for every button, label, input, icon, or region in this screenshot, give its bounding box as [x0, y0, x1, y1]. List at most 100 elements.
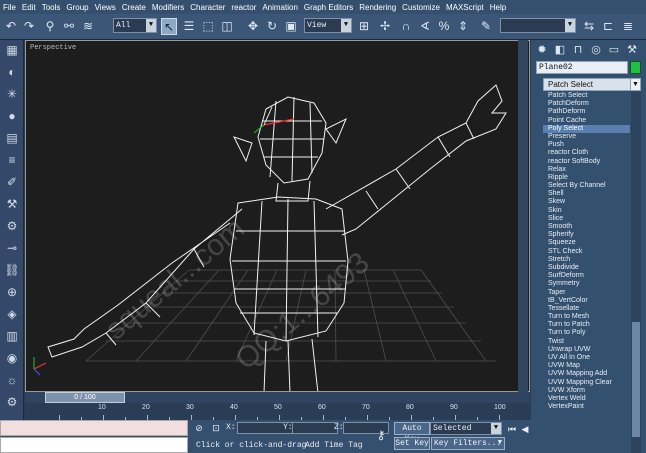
select-by-name-icon[interactable]: ☰: [181, 18, 197, 35]
scale-icon[interactable]: ▣: [283, 18, 299, 35]
snap-toggle-icon[interactable]: ∩: [398, 18, 414, 35]
modifier-list-item[interactable]: Subdivide: [543, 264, 630, 272]
menu-item-tools[interactable]: Tools: [42, 3, 61, 12]
window-crossing-icon[interactable]: ◫: [219, 18, 235, 35]
modifier-list-item[interactable]: PathDeform: [543, 108, 630, 116]
key-filters-button[interactable]: Key Filters... ▼: [431, 437, 505, 450]
modifier-list-item[interactable]: UVW Map: [543, 362, 630, 370]
modifier-list-item[interactable]: SurfDeform: [543, 272, 630, 280]
motion-tab-icon[interactable]: ◎: [588, 43, 604, 57]
lock-selection-icon[interactable]: ⊘: [193, 422, 205, 434]
rectangular-selection-icon[interactable]: ⬚: [200, 18, 216, 35]
array-icon[interactable]: ▤: [4, 130, 20, 146]
track-bar[interactable]: 10 20 30 40 50 60 70 80 90 100: [25, 403, 530, 420]
set-key-button[interactable]: Set Key: [394, 437, 430, 450]
menu-item-edit[interactable]: Edit: [22, 3, 36, 12]
render-icon[interactable]: ☼: [4, 372, 20, 388]
modifier-list-item[interactable]: Slice: [543, 215, 630, 223]
modifier-list-item[interactable]: Push: [543, 141, 630, 149]
paint-icon[interactable]: ◐: [4, 64, 20, 80]
layer-manager-icon[interactable]: ≣: [620, 18, 636, 35]
hierarchy-tab-icon[interactable]: ⊓: [570, 43, 586, 57]
modifier-list-item[interactable]: Stretch: [543, 256, 630, 264]
modifier-list-item[interactable]: Twist: [543, 338, 630, 346]
go-to-start-icon[interactable]: ⏮: [506, 423, 518, 435]
mesh-tool-icon[interactable]: ▦: [4, 42, 20, 58]
modifier-list-item[interactable]: UVW Mapping Clear: [543, 379, 630, 387]
reference-coord-dropdown[interactable]: View ▼: [304, 18, 352, 33]
time-slider-thumb[interactable]: 0 / 100: [45, 392, 125, 403]
modifier-list-item[interactable]: Ripple: [543, 174, 630, 182]
auto-key-button[interactable]: Auto Key: [394, 422, 430, 444]
camera-icon[interactable]: ◉: [4, 350, 20, 366]
gear-icon[interactable]: ⚙: [4, 218, 20, 234]
menu-item-modifiers[interactable]: Modifiers: [152, 3, 184, 12]
modifier-list-item[interactable]: Unwrap UVW: [543, 346, 630, 354]
menu-item-customize[interactable]: Customize: [402, 3, 440, 12]
time-slider[interactable]: 0 / 100: [25, 392, 530, 403]
named-selection-sets-dropdown[interactable]: ▼: [500, 18, 576, 33]
move-icon[interactable]: ✥: [245, 18, 261, 35]
angle-snap-icon[interactable]: ∢: [417, 18, 433, 35]
modify-tab-icon[interactable]: ◧: [552, 43, 568, 57]
spinner-snap-icon[interactable]: ⇕: [455, 18, 471, 35]
percent-snap-icon[interactable]: %: [436, 18, 452, 35]
mirror-icon[interactable]: ⇆: [581, 18, 597, 35]
modifier-list-item[interactable]: Turn to Patch: [543, 321, 630, 329]
manipulate-icon[interactable]: ✢: [377, 18, 393, 35]
modifier-list-item[interactable]: reactor SoftBody: [543, 158, 630, 166]
utilities-tab-icon[interactable]: ⚒: [624, 43, 640, 57]
menu-item-create[interactable]: Create: [122, 3, 146, 12]
modifier-list-item[interactable]: Spherify: [543, 231, 630, 239]
modifier-list-item[interactable]: UV All In One: [543, 354, 630, 362]
bind-spacewarp-icon[interactable]: ≋: [80, 18, 96, 35]
viewport-scrollbar[interactable]: [518, 40, 528, 392]
object-color-swatch[interactable]: [630, 61, 641, 74]
modifier-list-item[interactable]: Relax: [543, 166, 630, 174]
settings-icon[interactable]: ⚙: [4, 394, 20, 410]
y-coordinate-field[interactable]: [292, 422, 338, 434]
maxscript-output-field[interactable]: [0, 437, 188, 453]
modifier-list-item[interactable]: Turn to Mesh: [543, 313, 630, 321]
modifier-list-item[interactable]: PatchDeform: [543, 100, 630, 108]
modifier-list-dropdown[interactable]: Patch Select ▼: [543, 78, 641, 91]
layers-icon[interactable]: ≡: [4, 152, 20, 168]
link-icon[interactable]: ⚲: [42, 18, 58, 35]
select-object-icon[interactable]: ↖: [161, 18, 177, 35]
selection-filter-dropdown[interactable]: All ▼: [113, 18, 157, 33]
modifier-list-item[interactable]: reactor Cloth: [543, 149, 630, 157]
menu-item-rendering[interactable]: Rendering: [359, 3, 396, 12]
modifier-list-scrollbar[interactable]: [631, 92, 641, 453]
menu-item-help[interactable]: Help: [490, 3, 506, 12]
menu-item-character[interactable]: Character: [190, 3, 225, 12]
menu-item-maxscript[interactable]: MAXScript: [446, 3, 484, 12]
shapes-icon[interactable]: ◈: [4, 306, 20, 322]
brush-icon[interactable]: ✐: [4, 174, 20, 190]
wrench-icon[interactable]: ⚒: [4, 196, 20, 212]
modifier-list-item[interactable]: Skew: [543, 198, 630, 206]
display-tab-icon[interactable]: ▭: [606, 43, 622, 57]
modifier-list-item[interactable]: Vertex Weld: [543, 395, 630, 403]
modifier-list-item[interactable]: Shell: [543, 190, 630, 198]
object-name-field[interactable]: Plane02: [536, 61, 628, 74]
modifier-list-item[interactable]: Tessellate: [543, 305, 630, 313]
modifier-list-item[interactable]: Point Cache: [543, 117, 630, 125]
modifier-list-item[interactable]: STL Check: [543, 248, 630, 256]
modifier-list-item[interactable]: UVW Xform: [543, 387, 630, 395]
modifier-list-item[interactable]: UVW Mapping Add: [543, 370, 630, 378]
chain-icon[interactable]: ⛓: [4, 262, 20, 278]
maxscript-listener-field[interactable]: [0, 420, 188, 436]
bone-icon[interactable]: ⊸: [4, 240, 20, 256]
scrollbar-thumb[interactable]: [632, 322, 640, 437]
modifier-list-item[interactable]: Preserve: [543, 133, 630, 141]
modifier-list-item[interactable]: Turn to Poly: [543, 329, 630, 337]
menu-item-group[interactable]: Group: [66, 3, 88, 12]
helper-icon[interactable]: ⊕: [4, 284, 20, 300]
menu-item-reactor[interactable]: reactor: [231, 3, 256, 12]
pivot-center-icon[interactable]: ⊞: [356, 18, 372, 35]
absolute-mode-icon[interactable]: ⊡: [210, 422, 222, 434]
unlink-icon[interactable]: ⚯: [61, 18, 77, 35]
modifier-list-item[interactable]: Squeeze: [543, 239, 630, 247]
key-mode-dropdown[interactable]: Selected ▼: [430, 422, 502, 435]
menu-item-file[interactable]: File: [3, 3, 16, 12]
